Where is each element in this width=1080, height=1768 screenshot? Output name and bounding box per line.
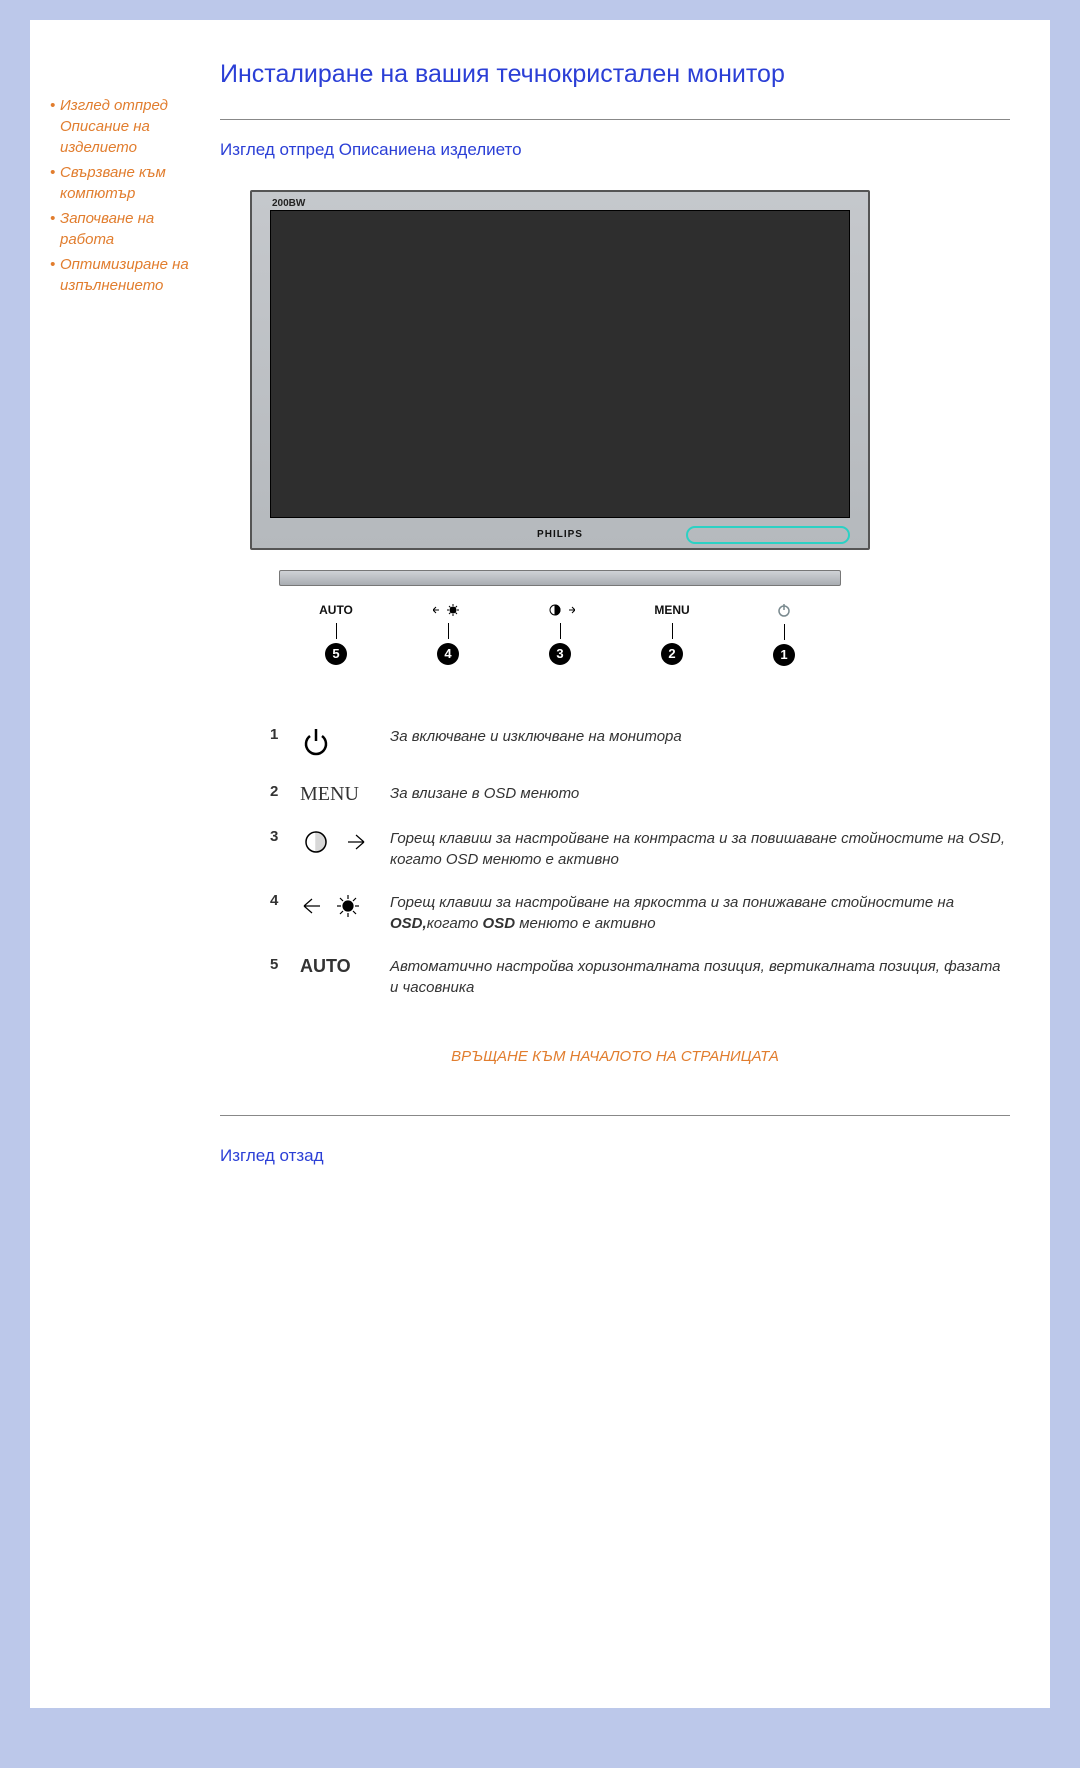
monitor-illustration: 200BW PHILIPS AUTO 5 bbox=[250, 190, 1010, 666]
legend-row-1: 1 За включване и изключване на монитора bbox=[270, 726, 1010, 761]
front-view-heading: Изглед отпред Описаниена изделието bbox=[220, 140, 1010, 160]
legend-text: Автоматично настройва хоризонталната поз… bbox=[390, 956, 1010, 998]
auto-label: AUTO bbox=[319, 603, 353, 617]
badge-3: 3 bbox=[549, 643, 571, 665]
monitor-bezel: 200BW PHILIPS bbox=[250, 190, 870, 550]
legend-num: 3 bbox=[270, 828, 300, 845]
sidebar-item-front-view[interactable]: Изглед отпред Описание на изделието bbox=[50, 95, 210, 158]
brightness-icon bbox=[300, 892, 390, 923]
divider bbox=[220, 1115, 1010, 1116]
legend-text: Горещ клавиш за настройване на контраста… bbox=[390, 828, 1010, 870]
legend-num: 2 bbox=[270, 783, 300, 800]
control-3-contrast: 3 bbox=[520, 603, 600, 666]
sidebar-item-label: Започване на работа bbox=[60, 210, 154, 248]
main-content: Инсталиране на вашия течнокристален мони… bbox=[210, 60, 1010, 1166]
auto-icon: AUTO bbox=[300, 956, 390, 977]
legend-text: За влизане в OSD менюто bbox=[390, 783, 1010, 804]
sidebar-item-label: Изглед отпред Описание на изделието bbox=[60, 97, 168, 156]
sidebar-item-connect[interactable]: Свързване към компютър bbox=[50, 162, 210, 204]
contrast-icon bbox=[545, 603, 575, 617]
sidebar-item-getting-started[interactable]: Започване на работа bbox=[50, 208, 210, 250]
controls-legend: 1 За включване и изключване на монитора … bbox=[270, 726, 1010, 998]
controls-strip: AUTO 5 4 bbox=[280, 602, 840, 666]
rear-view-heading: Изглед отзад bbox=[220, 1146, 1010, 1166]
monitor-stand: AUTO 5 4 bbox=[250, 570, 870, 666]
menu-icon: MENU bbox=[300, 783, 390, 806]
legend-row-4: 4 Горещ клавиш за настройване на яркостт… bbox=[270, 892, 1010, 934]
auto-word: AUTO bbox=[300, 956, 351, 976]
sidebar-item-label: Оптимизиране на изпълнението bbox=[60, 256, 189, 294]
legend-text: За включване и изключване на монитора bbox=[390, 726, 1010, 747]
badge-4: 4 bbox=[437, 643, 459, 665]
stand-bar bbox=[279, 570, 841, 586]
monitor-model-label: 200BW bbox=[272, 198, 305, 209]
power-icon bbox=[776, 602, 792, 616]
divider bbox=[220, 119, 1010, 120]
brightness-icon bbox=[433, 603, 463, 617]
monitor-screen bbox=[270, 210, 850, 518]
sidebar-item-optimize[interactable]: Оптимизиране на изпълнението bbox=[50, 254, 210, 296]
legend-row-5: 5 AUTO Автоматично настройва хоризонталн… bbox=[270, 956, 1010, 998]
sidebar-nav: Изглед отпред Описание на изделието Свър… bbox=[50, 60, 210, 300]
menu-label: MENU bbox=[654, 603, 689, 617]
return-to-top-link[interactable]: ВРЪЩАНЕ КЪМ НАЧАЛОТО НА СТРАНИЦАТА bbox=[220, 1048, 1010, 1065]
legend-num: 5 bbox=[270, 956, 300, 973]
legend-row-3: 3 Горещ клавиш за настройване на контрас… bbox=[270, 828, 1010, 870]
badge-1: 1 bbox=[773, 644, 795, 666]
legend-text: Горещ клавиш за настройване на яркостта … bbox=[390, 892, 1010, 934]
legend-row-2: 2 MENU За влизане в OSD менюто bbox=[270, 783, 1010, 806]
controls-highlight-circle bbox=[686, 526, 850, 544]
power-icon bbox=[300, 726, 390, 761]
legend-num: 4 bbox=[270, 892, 300, 909]
control-5-auto: AUTO 5 bbox=[296, 603, 376, 665]
badge-2: 2 bbox=[661, 643, 683, 665]
menu-word: MENU bbox=[300, 783, 359, 805]
control-1-power: 1 bbox=[744, 602, 824, 666]
control-2-menu: MENU 2 bbox=[632, 603, 712, 665]
legend-num: 1 bbox=[270, 726, 300, 743]
contrast-icon bbox=[300, 828, 390, 859]
control-4-brightness: 4 bbox=[408, 603, 488, 666]
page-title: Инсталиране на вашия течнокристален мони… bbox=[220, 60, 1010, 89]
badge-5: 5 bbox=[325, 643, 347, 665]
sidebar-item-label: Свързване към компютър bbox=[60, 164, 166, 202]
